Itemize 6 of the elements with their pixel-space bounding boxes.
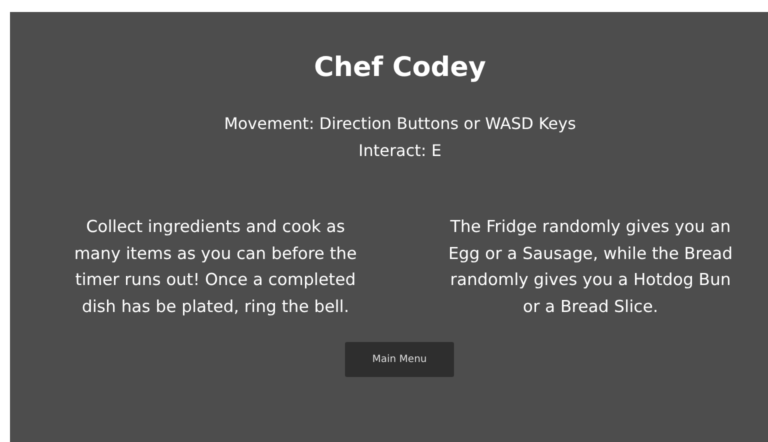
controls-text: Interact: E: [357, 140, 442, 162]
controls-text: Movement: Direction Buttons or WASD Keys: [223, 113, 577, 135]
instructions-text: Collect ingredients and cook as many items as you can before the timer runs out! Once a completed dish has be plated, ring the bell.: [73, 216, 358, 318]
game-title: Chef Codey: [312, 51, 488, 85]
instructions-text: The Fridge randomly gives you an Egg or a Sausage, while the Bread randomly gives you a Hotdog Bun or a Bread Slice.: [447, 216, 734, 318]
main-menu-button[interactable]: Main Menu: [345, 342, 454, 377]
